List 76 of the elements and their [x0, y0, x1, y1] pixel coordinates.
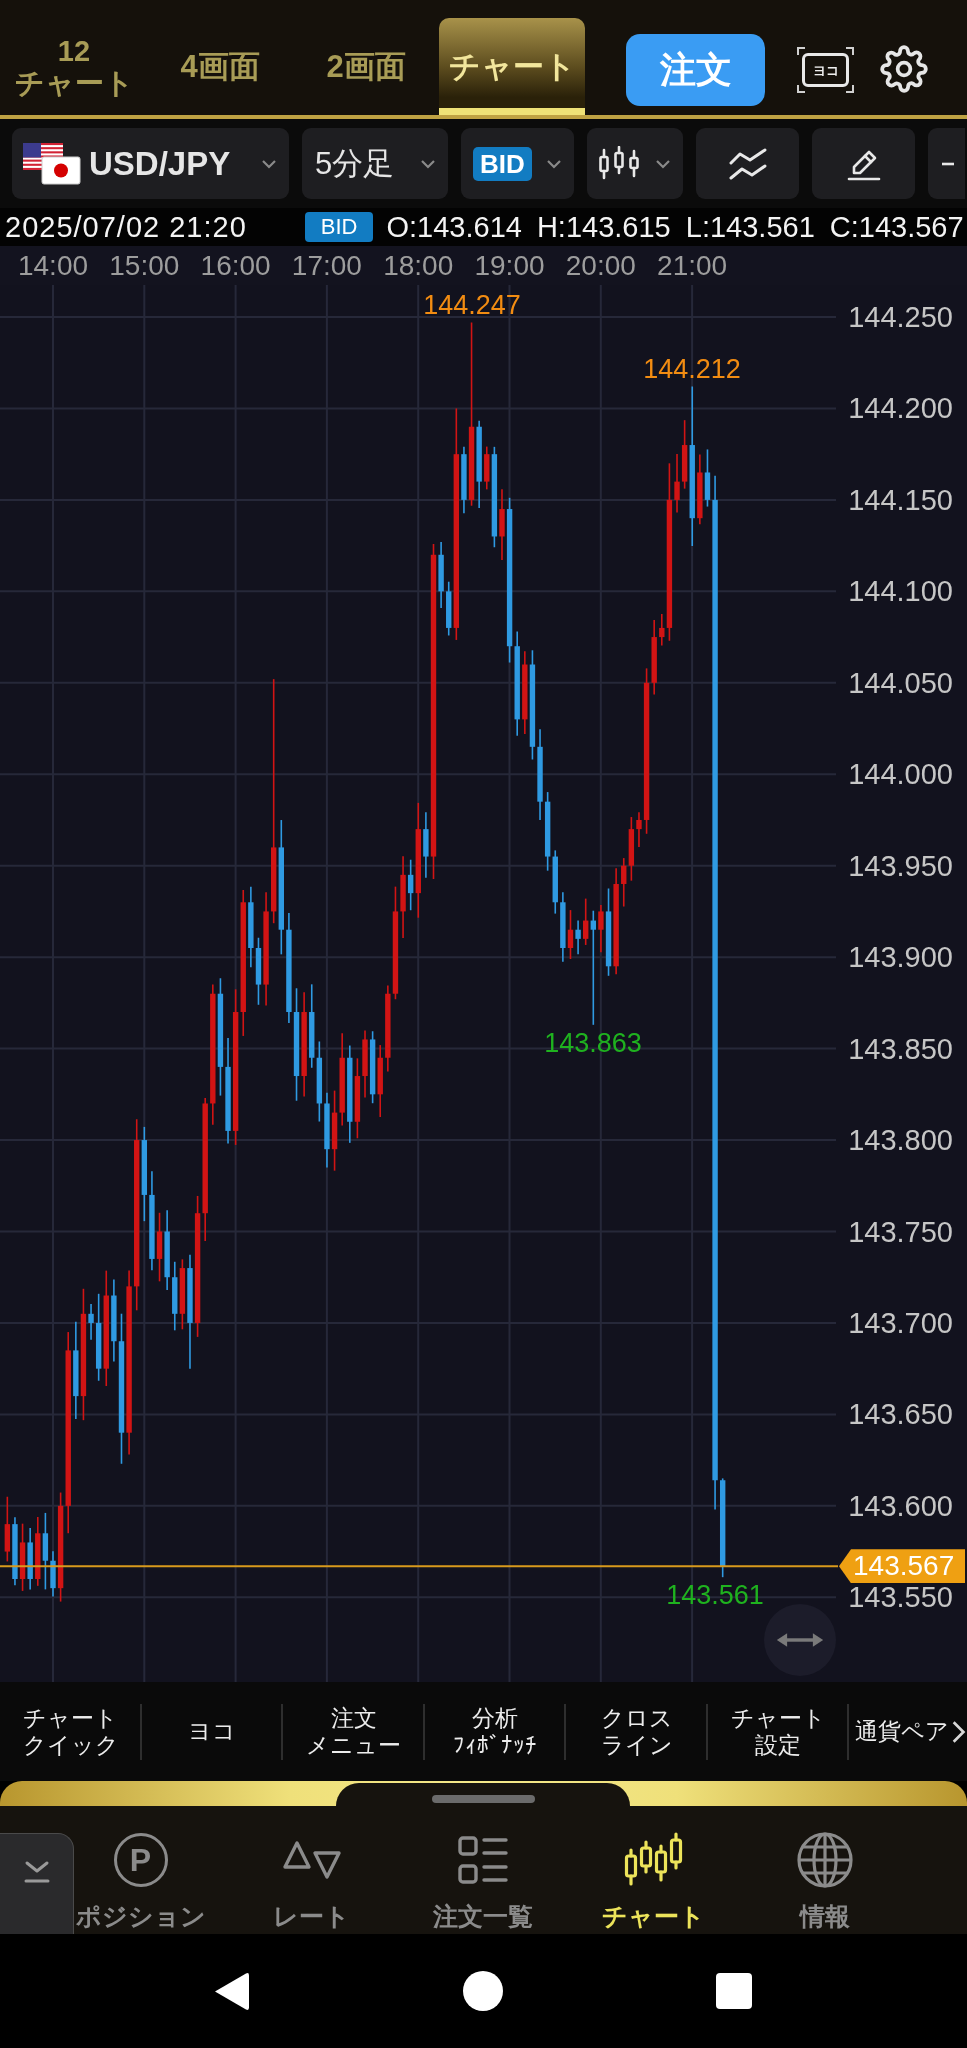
- current-price-tag: 143.567: [839, 1549, 965, 1584]
- price-axis-label: 144.100: [848, 578, 953, 605]
- double-arrow-icon: [776, 1631, 824, 1649]
- dash-icon: [942, 161, 954, 166]
- candlestick-icon: [598, 145, 640, 182]
- time-label: 15:00: [109, 249, 180, 283]
- candle-datetime: 2025/07/02 21:20: [5, 210, 247, 244]
- list-icon: [457, 1836, 508, 1884]
- price-axis-label: 144.000: [848, 761, 953, 788]
- low-price: L:143.561: [685, 210, 815, 244]
- drawing-tool-button[interactable]: [812, 128, 915, 199]
- circled-p-icon: P: [113, 1833, 168, 1887]
- chevron-right-icon[interactable]: [951, 1718, 967, 1745]
- chevron-down-icon: [655, 158, 671, 169]
- chart-menu-item[interactable]: 注文 メニュー: [283, 1695, 425, 1768]
- time-label: 21:00: [657, 249, 728, 283]
- price-axis-label: 143.650: [848, 1401, 953, 1428]
- settings-button[interactable]: [879, 44, 929, 94]
- chart-menu-item[interactable]: チャート クイック: [0, 1695, 142, 1768]
- price-axis-label: 143.550: [848, 1584, 953, 1611]
- home-icon[interactable]: [463, 1971, 503, 2011]
- price-axis-label: 144.250: [848, 304, 953, 330]
- price-type-badge: BID: [304, 212, 374, 242]
- chart-menu-item[interactable]: チャート 設定: [707, 1695, 849, 1768]
- time-label: 20:00: [565, 249, 636, 283]
- high-price-label: 144.247: [423, 291, 521, 319]
- nav-tab[interactable]: 注文一覧: [432, 1806, 533, 1930]
- price-axis-label: 143.700: [848, 1309, 953, 1336]
- nav-tab[interactable]: P ポジション: [75, 1806, 206, 1930]
- chart-menu-item[interactable]: 分析 ﾌｨﾎﾞﾅｯﾁ: [424, 1695, 566, 1768]
- price-axis-label: 143.800: [848, 1127, 953, 1154]
- high-price: H:143.615: [536, 210, 671, 244]
- price-axis-label: 143.950: [848, 852, 953, 879]
- time-label: 17:00: [291, 249, 362, 283]
- low-price-label: 143.863: [544, 1029, 642, 1057]
- price-axis-label: 144.200: [848, 395, 953, 422]
- screen-tab[interactable]: 2画面: [293, 18, 439, 115]
- chart-menu-item[interactable]: ヨコ: [141, 1695, 283, 1768]
- screen-tab[interactable]: 12 チャート: [1, 18, 147, 115]
- screen-tab[interactable]: 4画面: [147, 18, 293, 115]
- chart-menu-item[interactable]: 通貨ペア: [849, 1695, 949, 1768]
- time-label: 16:00: [200, 249, 271, 283]
- chart-menu-item[interactable]: クロス ライン: [566, 1695, 708, 1768]
- zigzag-lines-icon: [727, 146, 768, 181]
- time-label: 18:00: [383, 249, 454, 283]
- candlestick-icon: [623, 1832, 684, 1888]
- low-price-label: 143.561: [666, 1581, 764, 1609]
- nav-tab[interactable]: 情報: [796, 1806, 853, 1930]
- screen-tab[interactable]: チャート: [439, 18, 585, 115]
- close-price: C:143.567: [829, 210, 964, 244]
- chevron-down-icon: [261, 158, 277, 169]
- globe-icon: [796, 1832, 853, 1888]
- nav-tab[interactable]: レート: [273, 1806, 350, 1930]
- nav-tab[interactable]: チャート: [602, 1806, 705, 1930]
- price-axis-label: 144.050: [848, 669, 953, 696]
- drag-handle[interactable]: [431, 1795, 535, 1803]
- price-axis-label: 143.600: [848, 1492, 953, 1519]
- open-price: O:143.614: [386, 210, 522, 244]
- price-axis-label: 144.150: [848, 486, 953, 513]
- price-axis-label: 143.750: [848, 1218, 953, 1245]
- time-label: 14:00: [17, 249, 89, 283]
- flags-icon: [23, 142, 81, 185]
- price-axis-label: 143.900: [848, 944, 953, 971]
- indicator-button[interactable]: [696, 128, 799, 199]
- chevron-down-icon: [546, 158, 562, 169]
- price-type-dropdown[interactable]: BID: [461, 128, 574, 199]
- price-axis-label: 143.850: [848, 1035, 953, 1062]
- time-label: 19:00: [474, 249, 545, 283]
- currency-pair-dropdown[interactable]: USD/JPY: [12, 128, 289, 199]
- timeframe-dropdown[interactable]: 5分足: [302, 128, 448, 199]
- chart-type-dropdown[interactable]: [587, 128, 683, 199]
- back-icon[interactable]: [213, 1970, 250, 2012]
- settings-icon: [879, 44, 929, 94]
- high-price-label: 144.212: [643, 355, 741, 383]
- chevron-down-icon: [420, 158, 436, 169]
- up-down-triangles-icon: [282, 1840, 341, 1880]
